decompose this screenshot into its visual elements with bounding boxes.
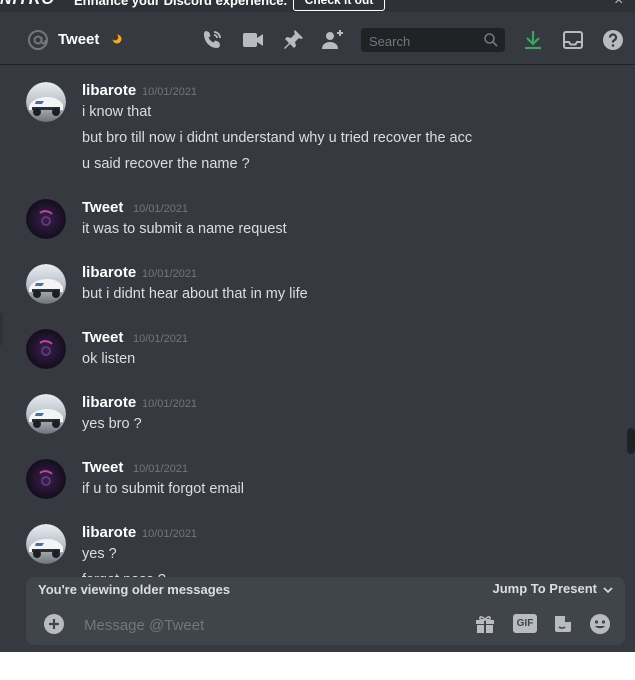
avatar[interactable] (26, 82, 66, 122)
banner-message: Enhance your Discord experience. (74, 0, 288, 8)
message-text: ok listen (82, 351, 136, 367)
message-text: if u to submit forgot email (82, 481, 244, 497)
inbox-icon[interactable] (561, 28, 585, 52)
older-messages-bar: You're viewing older messages Jump To Pr… (26, 577, 625, 603)
check-it-out-button[interactable]: Check it out (293, 0, 385, 11)
older-messages-text: You're viewing older messages (38, 582, 231, 597)
avatar[interactable] (26, 329, 66, 369)
message-text: u said recover the name ? (82, 156, 250, 172)
jump-to-present-label: Jump To Present (492, 581, 597, 596)
message-timestamp: 10/01/2021 (133, 333, 189, 345)
message-author[interactable]: Tweet (82, 199, 123, 216)
message-timestamp: 10/01/2021 (133, 463, 189, 475)
message-timestamp: 10/01/2021 (133, 203, 189, 215)
add-attachment-icon[interactable] (42, 612, 66, 636)
message-timestamp: 10/01/2021 (142, 268, 198, 280)
sticker-icon[interactable] (551, 612, 575, 636)
voice-call-icon[interactable] (200, 28, 224, 52)
avatar[interactable] (26, 524, 66, 564)
message-author[interactable]: Tweet (82, 459, 123, 476)
message-text: but i didnt hear about that in my life (82, 286, 308, 302)
message-text: yes ? (82, 546, 117, 562)
search-icon (484, 33, 498, 47)
message-author[interactable]: libarote (82, 264, 136, 281)
search-box[interactable] (361, 28, 505, 52)
avatar[interactable] (26, 199, 66, 239)
discord-window: NITRO Enhance your Discord experience. C… (0, 0, 635, 652)
avatar[interactable] (26, 264, 66, 304)
nitro-logo: NITRO (0, 0, 55, 9)
message-composer: GIF (26, 603, 625, 645)
banner-close-icon[interactable]: × (614, 0, 623, 10)
message-author[interactable]: libarote (82, 394, 136, 411)
add-friends-to-dm-icon[interactable] (321, 28, 345, 52)
chevron-down-icon (603, 586, 613, 593)
scroll-edge-marker (0, 313, 3, 345)
message-timestamp: 10/01/2021 (142, 528, 198, 540)
dm-recipient-name: Tweet (58, 31, 100, 48)
message-author[interactable]: libarote (82, 82, 136, 99)
message-timestamp: 10/01/2021 (142, 398, 198, 410)
message-text: it was to submit a name request (82, 221, 287, 237)
message-author[interactable]: libarote (82, 524, 136, 541)
nitro-banner: NITRO Enhance your Discord experience. C… (0, 0, 635, 12)
message-timestamp: 10/01/2021 (142, 86, 198, 98)
avatar[interactable] (26, 459, 66, 499)
idle-status-icon (112, 34, 122, 44)
message-text: i know that (82, 104, 152, 120)
message-input[interactable] (82, 614, 446, 636)
pinned-messages-icon[interactable] (281, 28, 305, 52)
channel-header: Tweet (0, 12, 635, 65)
avatar[interactable] (26, 394, 66, 434)
video-call-icon[interactable] (241, 28, 265, 52)
scrollbar-thumb[interactable] (627, 428, 635, 454)
emoji-icon[interactable] (588, 612, 612, 636)
download-icon[interactable] (521, 28, 545, 52)
at-icon (28, 30, 48, 50)
message-text: but bro till now i didnt understand why … (82, 130, 473, 146)
gift-icon[interactable] (473, 612, 497, 636)
help-icon[interactable] (601, 28, 625, 52)
jump-to-present-button[interactable]: Jump To Present (492, 581, 613, 596)
message-author[interactable]: Tweet (82, 329, 123, 346)
message-list: libarote 10/01/2021 i know that but bro til… (0, 65, 635, 577)
gif-button[interactable]: GIF (513, 614, 537, 633)
search-input[interactable] (367, 31, 481, 51)
message-text: yes bro ? (82, 416, 142, 432)
